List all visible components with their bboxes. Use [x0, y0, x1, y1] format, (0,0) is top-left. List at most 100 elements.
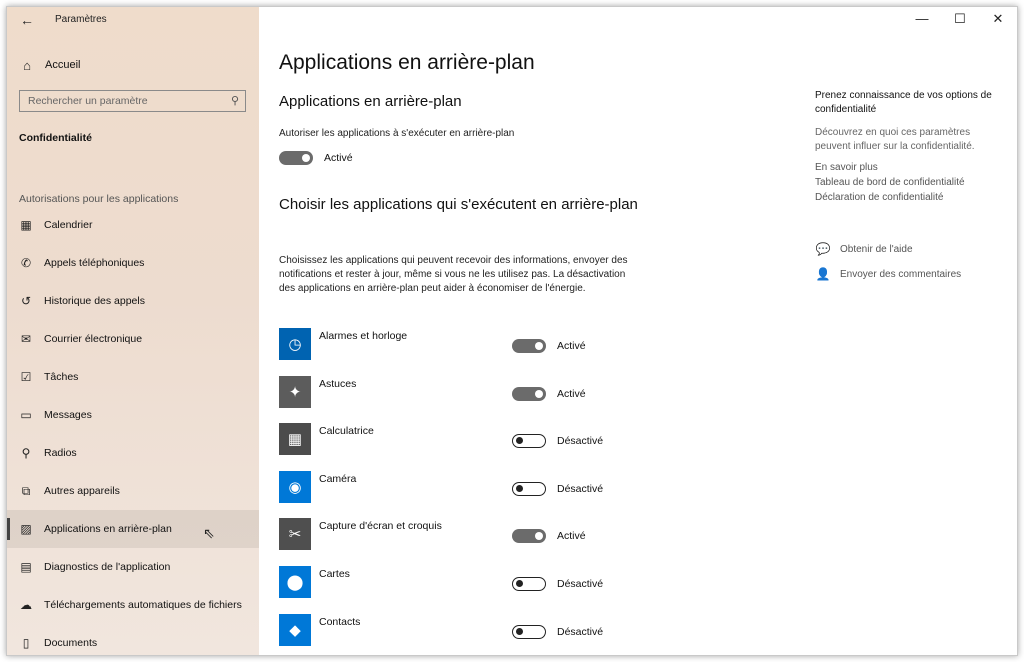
feedback-label: Envoyer des commentaires — [840, 268, 962, 280]
minimize-icon[interactable]: — — [903, 7, 941, 33]
feedback-person-icon: 👤 — [815, 267, 831, 281]
sidebar-item-label: Documents — [44, 637, 98, 649]
sidebar-item-label: Courrier électronique — [44, 333, 143, 345]
app-tile: ◆ — [279, 613, 311, 646]
app-name: Caméra — [319, 472, 357, 485]
app-toggle-state: Activé — [557, 340, 586, 352]
sidebar-item-label: Applications en arrière-plan — [44, 523, 172, 535]
sidebar-item[interactable]: ⧉ Autres appareils — [7, 472, 259, 510]
app-row: ◷ Alarmes et horloge Activé — [279, 328, 639, 368]
privacy-dashboard-link[interactable]: Tableau de bord de confidentialité — [815, 175, 1005, 190]
sidebar-item[interactable]: ☁ Téléchargements automatiques de fichier… — [7, 586, 259, 624]
app-tile: ✂ — [279, 518, 311, 551]
sidebar-item-label: Appels téléphoniques — [44, 257, 145, 269]
sidebar-item[interactable]: ▤ Diagnostics de l'application — [7, 548, 259, 586]
search-icon[interactable]: ⚲ — [231, 94, 239, 107]
sidebar-item[interactable]: ☑ Tâches — [7, 358, 259, 396]
sidebar-item[interactable]: ✉ Courrier électronique — [7, 320, 259, 358]
get-help-label: Obtenir de l'aide — [840, 243, 913, 255]
home-label: Accueil — [45, 59, 81, 71]
window-controls: — ☐ ✕ — [903, 7, 1017, 33]
sidebar-item-label: Historique des appels — [44, 295, 145, 307]
sidebar-item-label: Autres appareils — [44, 485, 120, 497]
app-row: ✂ Capture d'écran et croquis Activé — [279, 518, 639, 558]
sidebar-item-label: Radios — [44, 447, 77, 459]
contacts-icon: ◆ — [289, 621, 301, 639]
section-title: Applications en arrière-plan — [279, 93, 462, 110]
app-title: Paramètres — [55, 14, 107, 25]
calendar-icon: ▦ — [20, 218, 32, 232]
phone-icon: ✆ — [20, 256, 32, 270]
main-content: — ☐ ✕ Applications en arrière-plan Appli… — [259, 7, 1017, 655]
privacy-info-title: Prenez connaissance de vos options de co… — [815, 90, 992, 115]
sidebar-item[interactable]: ⚲ Radios — [7, 434, 259, 472]
get-help-link[interactable]: 💬 Obtenir de l'aide — [815, 240, 913, 258]
app-toggle-state: Activé — [557, 530, 586, 543]
app-name: Alarmes et horloge — [319, 330, 408, 342]
feedback-link[interactable]: 👤 Envoyer des commentaires — [815, 265, 962, 283]
sidebar-item-label: Diagnostics de l'application — [44, 561, 171, 573]
history-icon: ↺ — [20, 294, 32, 308]
app-tile: ◉ — [279, 470, 311, 503]
sidebar-item[interactable]: ▦ Calendrier — [7, 206, 259, 244]
sidebar-group-label: Autorisations pour les applications — [19, 193, 179, 205]
clock-icon: ◷ — [288, 336, 302, 353]
diagnostics-icon: ▤ — [20, 560, 32, 574]
map-pin-icon: ⬤ — [286, 574, 304, 591]
sidebar-item[interactable]: ↺ Historique des appels — [7, 282, 259, 320]
sidebar: ← Paramètres ⌂ Accueil ⚲ Confidentialité… — [7, 7, 259, 655]
app-tile: ◷ — [279, 328, 311, 360]
home-link[interactable]: ⌂ Accueil — [19, 55, 80, 75]
calculator-icon: ▦ — [287, 431, 303, 449]
titlebar: ← Paramètres — [7, 7, 259, 33]
close-icon[interactable]: ✕ — [979, 7, 1017, 33]
radio-icon: ⚲ — [21, 446, 31, 460]
app-name: Contacts — [319, 615, 361, 628]
app-background-toggle[interactable] — [512, 577, 546, 591]
app-background-toggle[interactable] — [512, 386, 546, 401]
app-toggle-state: Désactivé — [557, 578, 604, 590]
app-toggle-state: Désactivé — [557, 482, 604, 495]
mail-icon: ✉ — [20, 332, 32, 346]
search-input[interactable] — [20, 91, 228, 111]
app-name: Calculatrice — [319, 425, 374, 438]
back-arrow-icon[interactable]: ← — [17, 11, 37, 29]
app-background-toggle[interactable] — [512, 529, 546, 544]
privacy-info-description: Découvrez en quoi ces paramètres peuvent… — [815, 127, 975, 152]
app-toggle-state: Désactivé — [557, 625, 604, 638]
sidebar-item-label: Calendrier — [44, 219, 93, 231]
app-row: ◉ Caméra Désactivé — [279, 470, 639, 511]
sidebar-item[interactable]: ▭ Messages — [7, 396, 259, 434]
app-row: ▦ Calculatrice Désactivé — [279, 423, 639, 463]
app-name: Cartes — [319, 568, 350, 580]
app-tile: ✦ — [279, 375, 311, 408]
app-background-toggle[interactable] — [512, 434, 546, 449]
allow-background-toggle[interactable] — [279, 151, 313, 165]
mouse-cursor-icon: ⇖ — [203, 525, 215, 541]
sidebar-item-label: Tâches — [44, 371, 79, 383]
app-tile: ▦ — [279, 423, 311, 456]
tasks-icon: ☑ — [20, 370, 32, 384]
app-toggle-state: Désactivé — [557, 435, 604, 448]
message-icon: ▭ — [20, 408, 32, 422]
sidebar-item[interactable]: ▨ Applications en arrière-plan — [7, 510, 259, 548]
home-icon: ⌂ — [23, 57, 31, 73]
sidebar-item[interactable]: ✆ Appels téléphoniques — [7, 244, 259, 282]
app-row: ✦ Astuces Activé — [279, 375, 639, 416]
sidebar-nav: ▦ Calendrier ✆ Appels téléphoniques ↺ Histori… — [7, 206, 259, 655]
privacy-info-panel: Prenez connaissance de vos options de co… — [815, 89, 1005, 205]
learn-more-link[interactable]: En savoir plus — [815, 160, 1005, 175]
privacy-statement-link[interactable]: Déclaration de confidentialité — [815, 190, 1005, 205]
app-toggle-state: Activé — [557, 387, 586, 400]
app-row: ◆ Contacts Désactivé — [279, 613, 639, 654]
app-background-toggle[interactable] — [512, 339, 546, 353]
app-background-toggle[interactable] — [512, 481, 546, 496]
sidebar-item[interactable]: ▯ Documents — [7, 624, 259, 655]
choose-apps-description: Choisissez les applications qui peuvent … — [279, 255, 628, 294]
page-title: Applications en arrière-plan — [279, 51, 535, 74]
maximize-icon[interactable]: ☐ — [941, 7, 979, 33]
sidebar-item-label: Messages — [44, 409, 92, 421]
allow-background-label: Autoriser les applications à s'exécuter … — [279, 128, 515, 139]
app-background-toggle[interactable] — [512, 624, 546, 639]
app-tile: ⬤ — [279, 566, 311, 598]
